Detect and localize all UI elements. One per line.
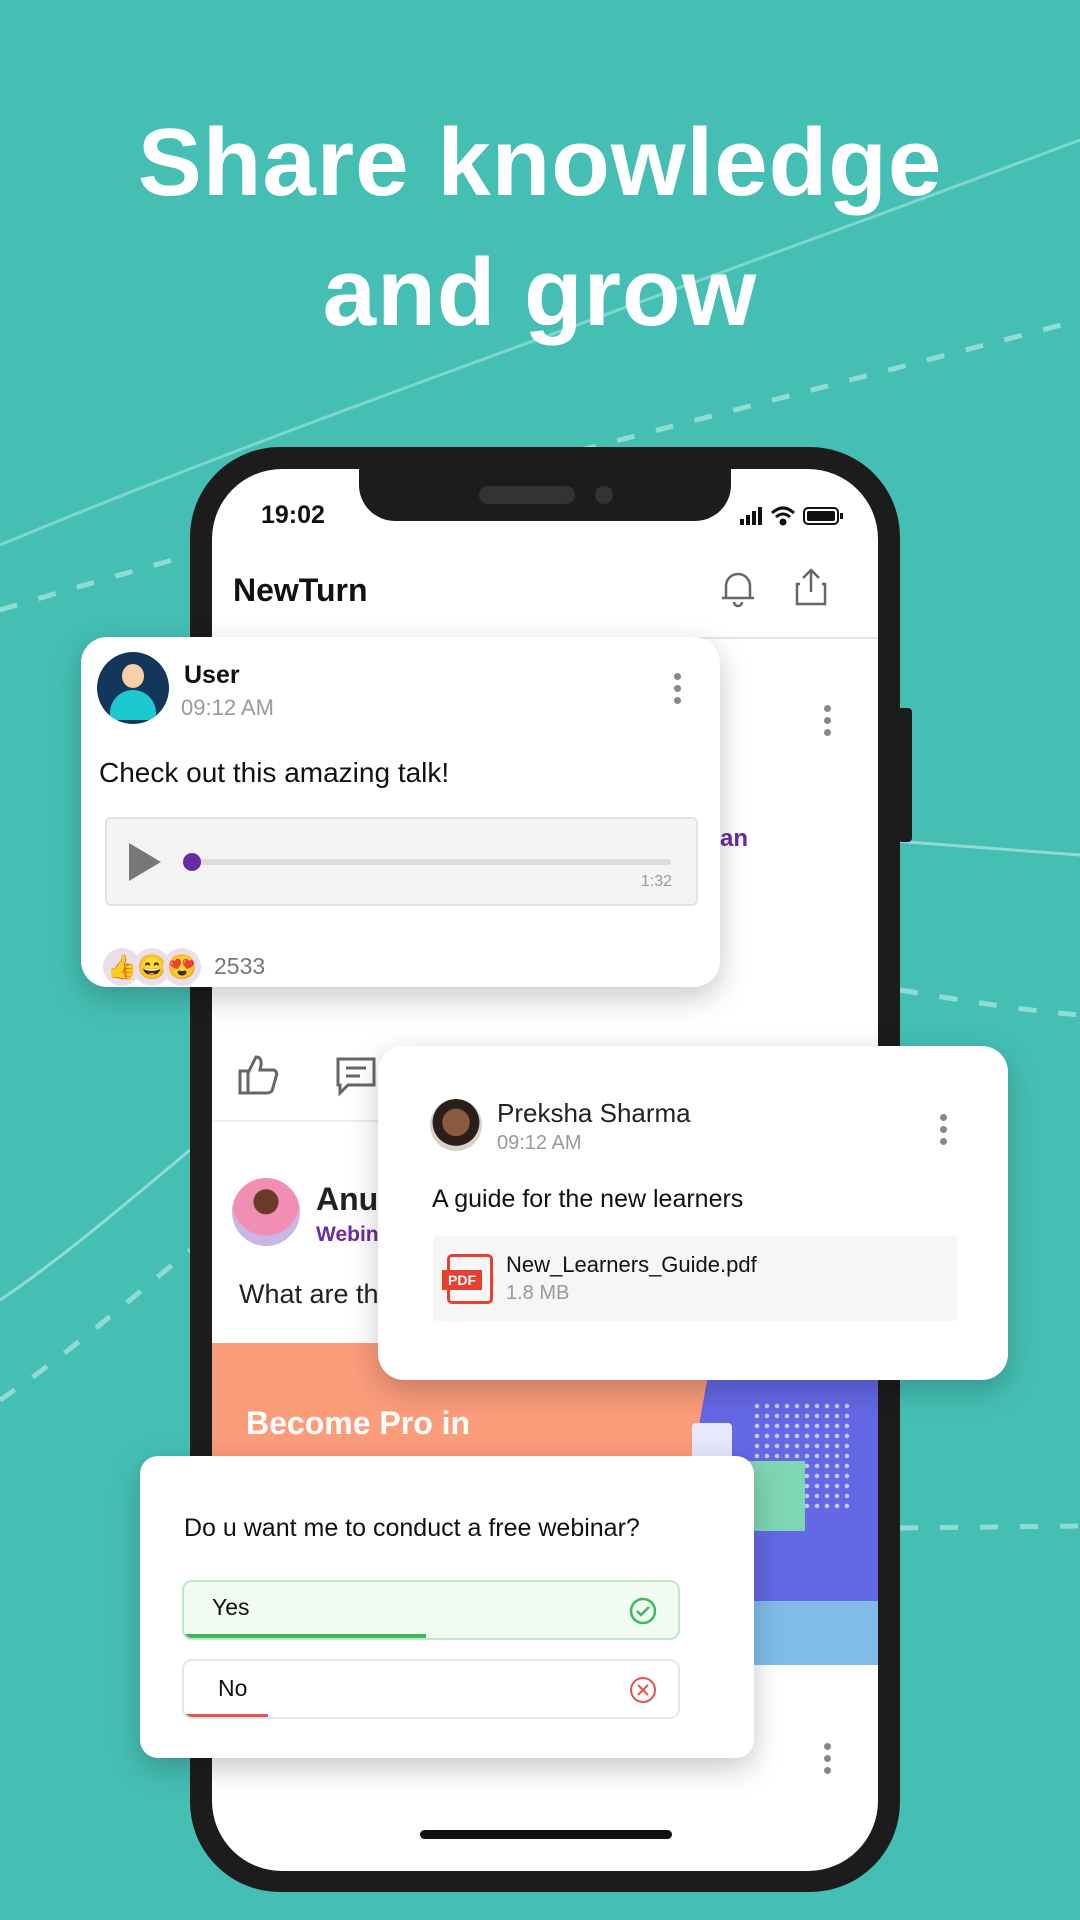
poll-card: Do u want me to conduct a free webinar? … [140, 1456, 754, 1758]
battery-icon [803, 507, 843, 525]
audio-scrubber[interactable] [183, 853, 201, 871]
post-author-subtitle: Webin [316, 1223, 379, 1246]
reactions[interactable]: 👍 😄 😍 [103, 948, 201, 986]
file-size: 1.8 MB [506, 1282, 570, 1304]
wifi-icon [770, 506, 796, 526]
pdf-file-icon: PDF [442, 1254, 493, 1304]
partial-link[interactable]: an [720, 825, 748, 853]
file-attachment[interactable]: PDF New_Learners_Guide.pdf 1.8 MB [433, 1236, 958, 1321]
anu-avatar[interactable] [232, 1178, 300, 1246]
post-time: 09:12 AM [181, 695, 274, 720]
post-text: Check out this amazing talk! [99, 757, 450, 788]
reaction-count: 2533 [214, 953, 266, 979]
bell-icon[interactable] [718, 568, 758, 608]
poll-option-no[interactable]: No [182, 1659, 680, 1719]
poll-question: Do u want me to conduct a free webinar? [184, 1514, 640, 1542]
check-circle-icon [629, 1597, 657, 1625]
play-icon[interactable] [129, 843, 161, 881]
phone-side-button [898, 708, 912, 842]
status-icons [740, 506, 843, 526]
post-menu-icon[interactable] [674, 673, 682, 704]
post-author: Preksha Sharma [497, 1098, 691, 1128]
status-time: 19:02 [261, 501, 325, 529]
preksha-avatar[interactable] [430, 1099, 482, 1151]
poll-option-label: No [218, 1675, 248, 1701]
post-time: 09:12 AM [497, 1132, 582, 1154]
post-author: User [184, 661, 240, 689]
audio-duration: 1:32 [640, 873, 672, 890]
comment-icon[interactable] [334, 1053, 378, 1097]
post-text: What are th [239, 1279, 379, 1309]
post-menu-icon[interactable] [824, 1743, 832, 1774]
poll-option-label: Yes [212, 1594, 250, 1620]
file-name: New_Learners_Guide.pdf [506, 1252, 757, 1277]
like-icon[interactable] [236, 1053, 280, 1097]
user-avatar[interactable] [97, 652, 169, 724]
banner-text: Become Pro in [246, 1405, 471, 1441]
x-circle-icon [630, 1677, 656, 1703]
file-post-card: Preksha Sharma 09:12 AM A guide for the … [378, 1046, 1008, 1380]
poll-option-yes[interactable]: Yes [182, 1580, 680, 1640]
post-menu-icon[interactable] [824, 705, 832, 736]
signal-icon [740, 507, 762, 525]
audio-track[interactable] [191, 859, 671, 865]
headline-line-1: Share knowledge [137, 109, 943, 216]
poll-result-bar [184, 1714, 268, 1717]
phone-notch [359, 469, 731, 521]
share-icon[interactable] [794, 566, 828, 608]
audio-player: 1:32 [105, 817, 698, 906]
headline-line-2: and grow [322, 239, 758, 346]
audio-post-card: User 09:12 AM Check out this amazing tal… [81, 637, 720, 987]
post-author-name: Anu [316, 1181, 379, 1217]
post-menu-icon[interactable] [940, 1114, 948, 1145]
post-text: A guide for the new learners [432, 1185, 744, 1213]
heart-eyes-reaction-icon: 😍 [163, 948, 201, 986]
poll-result-bar [184, 1634, 427, 1638]
app-title: NewTurn [233, 572, 368, 608]
home-indicator[interactable] [420, 1830, 672, 1839]
